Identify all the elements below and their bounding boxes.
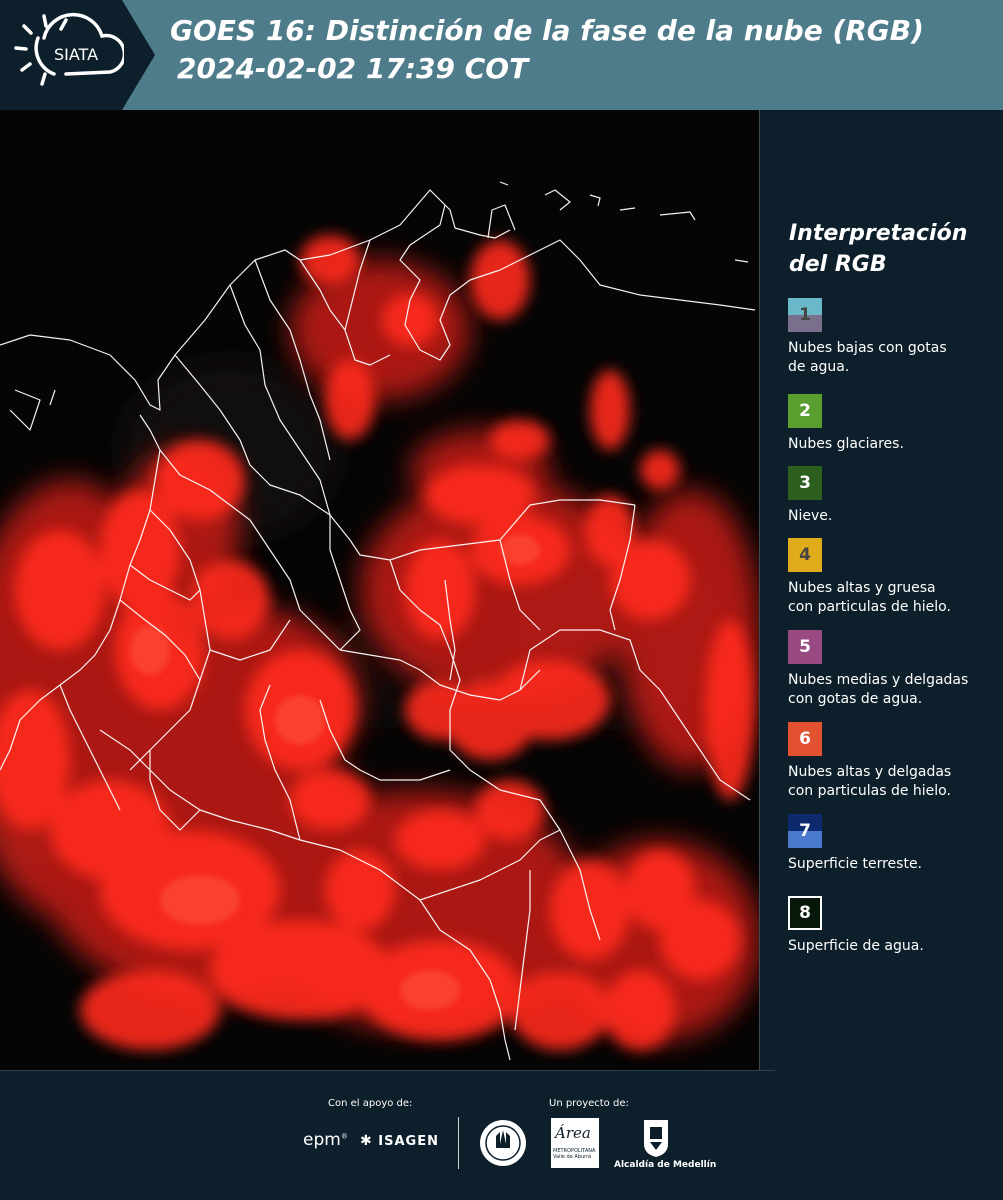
alcaldia-medellin-label: Alcaldía de Medellín (614, 1160, 717, 1170)
legend-swatch: 7 (788, 814, 822, 848)
legend-swatch: 2 (788, 394, 822, 428)
legend-number: 2 (799, 401, 811, 421)
legend-description: Nubes altas y gruesa con particulas de hi… (788, 579, 993, 617)
legend-number: 6 (799, 729, 811, 749)
legend-number: 5 (799, 637, 811, 657)
legend-description: Superficie terreste. (788, 855, 993, 874)
legend-item: 5 Nubes medias y delgadas con gotas de agu… (788, 630, 993, 709)
legend-item: 8 Superficie de agua. (788, 896, 993, 956)
page-title: GOES 16: Distinción de la fase de la nub… (170, 14, 924, 47)
legend-item: 4 Nubes altas y gruesa con particulas de h… (788, 538, 993, 617)
legend-description: Nieve. (788, 507, 993, 526)
legend-swatch: 8 (788, 896, 822, 930)
legend-description-line: Nubes altas y delgadas (788, 764, 952, 780)
legend-description: Nubes medias y delgadas con gotas de agua… (788, 671, 993, 709)
legend-number: 8 (799, 903, 811, 923)
legend-item: 1 Nubes bajas con gotas de agua. (788, 298, 993, 377)
legend-description: Superficie de agua. (788, 937, 993, 956)
legend-description-line: Nubes altas y gruesa (788, 580, 936, 596)
legend-description: Nubes bajas con gotas de agua. (788, 339, 993, 377)
legend-description-line: con particulas de hielo. (788, 783, 951, 799)
epm-logo: epm® (303, 1130, 348, 1150)
legend-description-line: de agua. (788, 359, 850, 375)
legend-number: 7 (799, 821, 811, 841)
legend-number: 3 (799, 473, 811, 493)
legend-description-line: Superficie terreste. (788, 856, 923, 872)
logo-block: SIATA (0, 0, 155, 110)
header-bar: SIATA GOES 16: Distinción de la fase de … (0, 0, 1003, 110)
satellite-rgb-render (0, 110, 760, 1070)
legend-description-line: Superficie de agua. (788, 938, 924, 954)
legend-description-line: Nubes bajas con gotas (788, 340, 947, 356)
footer-separator (0, 1070, 775, 1071)
legend-item: 2 Nubes glaciares. (788, 394, 993, 454)
isagen-logo: ✱ ISAGEN (360, 1133, 439, 1149)
legend-description-line: Nubes glaciares. (788, 436, 904, 452)
legend-description-line: con particulas de hielo. (788, 599, 951, 615)
legend-description-line: Nubes medias y delgadas (788, 672, 969, 688)
legend-number: 4 (799, 545, 811, 565)
project-label: Un proyecto de: (549, 1098, 629, 1109)
support-label: Con el apoyo de: (328, 1098, 413, 1109)
area-metropolitana-logo: Área METROPOLITANA Valle de Aburrá (551, 1118, 599, 1168)
legend-swatch: 5 (788, 630, 822, 664)
legend-item: 6 Nubes altas y delgadas con particulas de… (788, 722, 993, 801)
legend-number: 1 (799, 305, 811, 325)
footer-divider (458, 1117, 459, 1169)
svg-text:SIATA: SIATA (54, 45, 98, 64)
legend-title: Interpretación del RGB (789, 221, 968, 277)
legend-description-line: con gotas de agua. (788, 691, 923, 707)
emblem-seal-icon (480, 1120, 526, 1166)
legend-swatch: 4 (788, 538, 822, 572)
legend-swatch: 3 (788, 466, 822, 500)
legend-item: 7 Superficie terreste. (788, 814, 993, 874)
legend-swatch: 6 (788, 722, 822, 756)
legend-item: 3 Nieve. (788, 466, 993, 526)
legend-description: Nubes glaciares. (788, 435, 993, 454)
footer: Con el apoyo de: Un proyecto de: epm® ✱ … (0, 1070, 1003, 1200)
siata-logo: SIATA (14, 12, 124, 86)
legend-panel: Interpretación del RGB 1 Nubes bajas con … (760, 110, 1003, 1070)
page-timestamp: 2024-02-02 17:39 COT (177, 52, 529, 85)
legend-description-line: Nieve. (788, 508, 833, 524)
medellin-shield-icon (644, 1120, 668, 1157)
legend-description: Nubes altas y delgadas con particulas de … (788, 763, 993, 801)
satellite-image (0, 110, 760, 1070)
legend-swatch: 1 (788, 298, 822, 332)
